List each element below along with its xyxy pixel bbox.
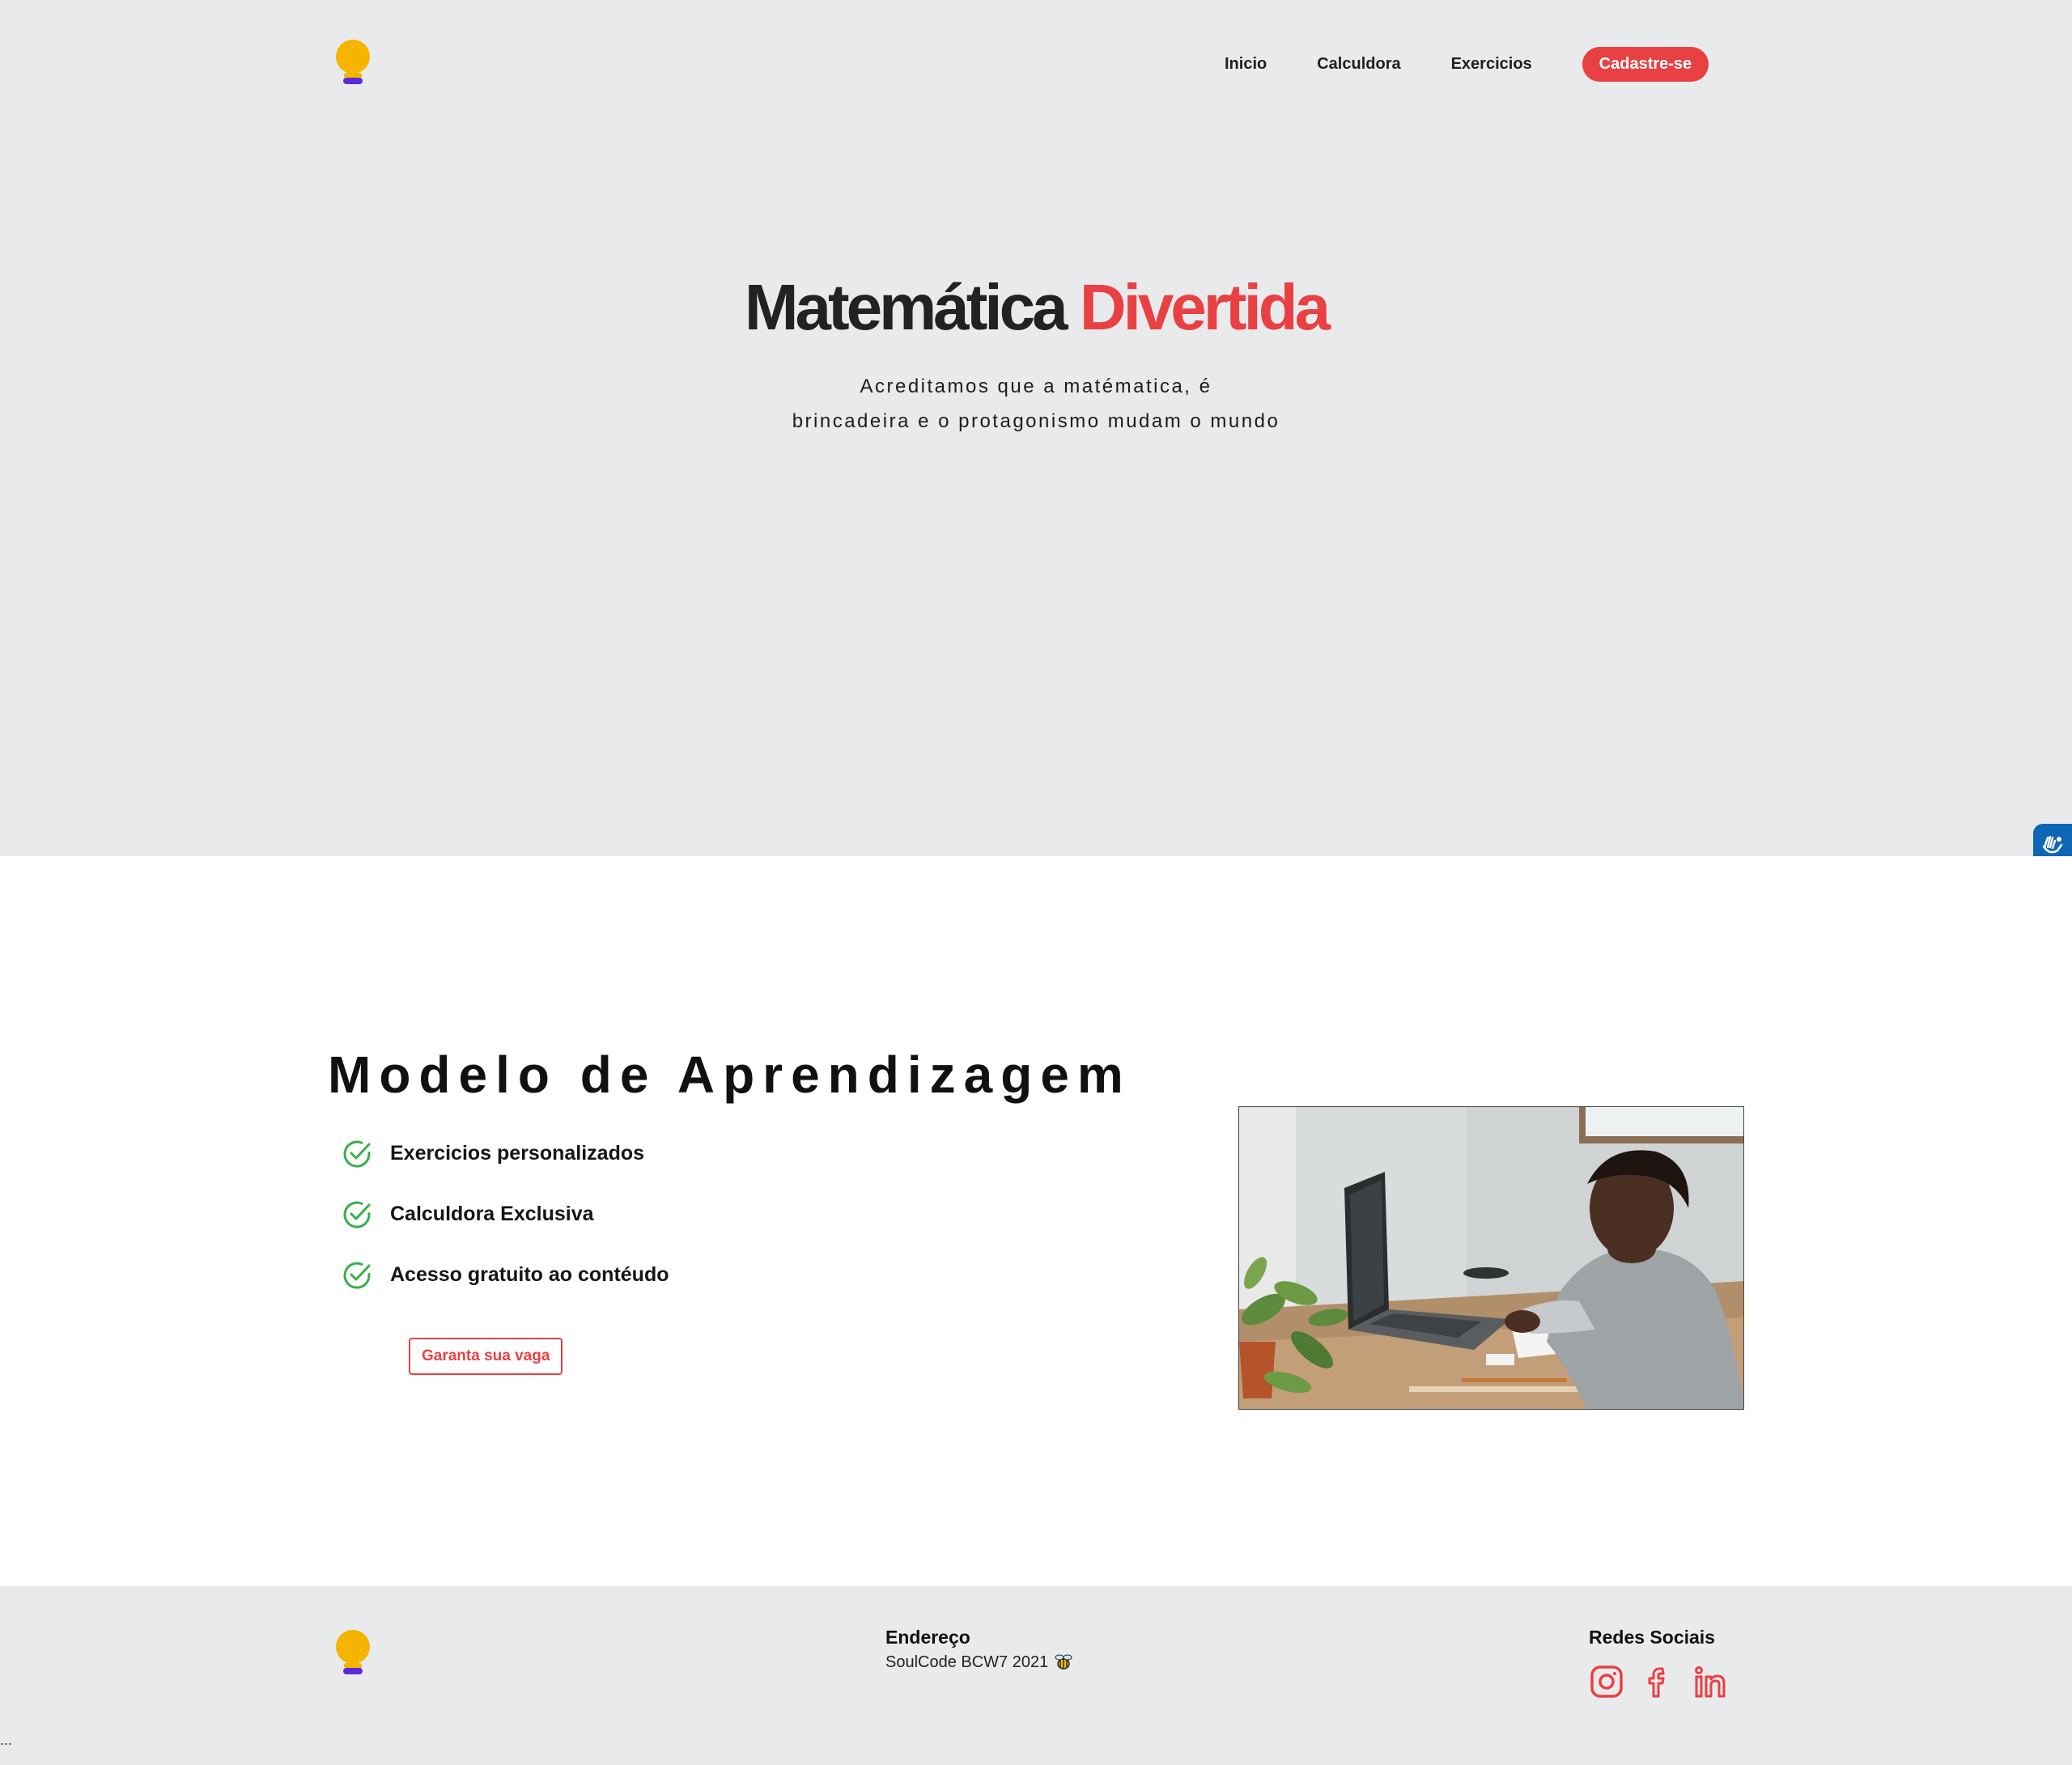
student-laptop-illustration: [1239, 1107, 1743, 1409]
hero-section: Inicio Calculdora Exercicios Cadastre-se…: [0, 0, 2072, 856]
facebook-icon[interactable]: [1641, 1664, 1676, 1699]
hero-subtitle-line2: brincadeira e o protagonismo mudam o mun…: [792, 410, 1280, 432]
nav-link-calculadora[interactable]: Calculdora: [1317, 55, 1400, 74]
nav-link-exercicios[interactable]: Exercicios: [1451, 55, 1532, 74]
social-links: [1589, 1664, 1744, 1699]
learning-model-section: Modelo de Aprendizagem Exercicios person…: [0, 856, 2072, 1586]
social-title: Redes Sociais: [1589, 1627, 1715, 1648]
address-text-row: SoulCode BCW7 2021: [885, 1653, 1074, 1672]
hero-title-main: Matemática: [744, 271, 1068, 343]
check-circle-icon: [343, 1140, 371, 1168]
check-circle-icon: [343, 1201, 371, 1228]
student-laptop-photo: [1238, 1106, 1744, 1410]
feature-item: Exercicios personalizados: [342, 1123, 669, 1184]
nav-link-inicio[interactable]: Inicio: [1225, 55, 1267, 74]
address-title: Endereço: [885, 1627, 970, 1648]
trailing-ellipsis: ...: [0, 1732, 13, 1748]
feature-item: Calculdora Exclusiva: [342, 1184, 669, 1245]
lightbulb-logo-icon[interactable]: [333, 39, 372, 86]
feature-label: Acesso gratuito ao contéudo: [390, 1263, 669, 1286]
feature-item: Acesso gratuito ao contéudo: [342, 1245, 669, 1305]
hero-title: Matemática Divertida: [0, 267, 2072, 348]
check-circle-icon: [343, 1262, 371, 1289]
bee-icon: [1055, 1654, 1072, 1670]
address-text: SoulCode BCW7 2021: [885, 1653, 1049, 1671]
feature-list: Exercicios personalizados Calculdora Exc…: [342, 1123, 669, 1305]
secure-spot-button[interactable]: Garanta sua vaga: [409, 1338, 563, 1375]
lightbulb-logo-icon[interactable]: [333, 1629, 372, 1676]
feature-label: Calculdora Exclusiva: [390, 1203, 594, 1225]
sign-language-hands-icon: [2042, 835, 2063, 854]
main-nav: Inicio Calculdora Exercicios Cadastre-se: [1225, 46, 1709, 82]
feature-label: Exercicios personalizados: [390, 1142, 645, 1165]
learning-title: Modelo de Aprendizagem: [328, 1046, 1132, 1104]
signup-button[interactable]: Cadastre-se: [1582, 46, 1709, 82]
hero-subtitle-line1: Acreditamos que a matématica, é: [860, 375, 1212, 397]
linkedin-icon[interactable]: [1692, 1664, 1728, 1699]
hero-title-accent: Divertida: [1079, 271, 1331, 343]
hero-subtitle: Acreditamos que a matématica, é brincade…: [0, 369, 2072, 439]
instagram-icon[interactable]: [1589, 1664, 1624, 1699]
footer: Endereço SoulCode BCW7 2021 Redes Sociai…: [0, 1586, 2072, 1765]
